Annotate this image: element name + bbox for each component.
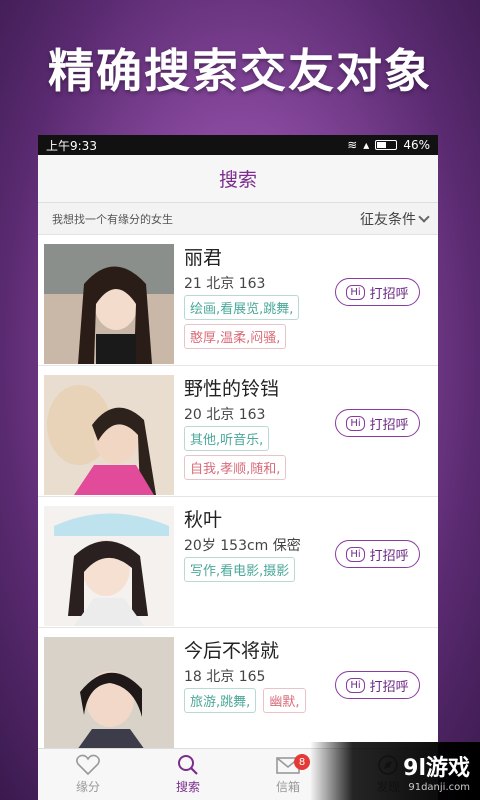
unread-badge: 8 [294,754,310,770]
profile-meta: 18 北京 165 [184,669,266,685]
profile-photo[interactable] [44,506,174,626]
greet-button-label: 打招呼 [369,679,409,695]
profile-name: 今后不将就 [184,640,280,662]
list-item[interactable]: 今后不将就 18 北京 165 旅游,跳舞, 幽默, Hi 打招呼 [38,628,438,759]
profile-name: 秋叶 [184,509,223,531]
profile-list: 丽君 21 北京 163 绘画,看展览,跳舞, 憨厚,温柔,闷骚, Hi 打招呼 [38,235,438,759]
interest-tag: 旅游,跳舞, [184,688,257,713]
greet-button[interactable]: Hi 打招呼 [335,671,420,699]
phone-screen: 上午9:33 ≋ ▴ 46% 搜索 我想找一个有缘分的女生 征友条件 丽君 21… [38,135,438,800]
profile-meta: 20 北京 163 [184,407,266,423]
list-item[interactable]: 野性的铃铛 20 北京 163 其他,听音乐, 自我,孝顺,随和, Hi 打招呼 [38,366,438,497]
filter-bar: 我想找一个有缘分的女生 征友条件 [38,203,438,235]
interest-tag: 其他,听音乐, [184,426,270,451]
profile-photo-image [44,637,174,757]
profile-photo[interactable] [44,375,174,495]
heart-icon [76,754,100,776]
status-icons: ≋ ▴ 46% [347,138,430,152]
greet-button-label: 打招呼 [369,417,409,433]
profile-photo[interactable] [44,637,174,757]
hi-icon: Hi [346,284,365,300]
personality-tag: 幽默, [263,688,306,713]
list-item[interactable]: 丽君 21 北京 163 绘画,看展览,跳舞, 憨厚,温柔,闷骚, Hi 打招呼 [38,235,438,366]
tab-fate[interactable]: 缘分 [38,749,138,800]
signal-icon: ▴ [363,138,370,152]
profile-meta: 20岁 153cm 保密 [184,538,301,554]
tab-label: 信箱 [275,780,300,794]
chevron-down-icon [418,210,430,223]
profile-tags: 写作,看电影,摄影 [184,555,334,584]
greet-button[interactable]: Hi 打招呼 [335,540,420,568]
profile-tags: 绘画,看展览,跳舞, 憨厚,温柔,闷骚, [184,293,334,351]
profile-photo[interactable] [44,244,174,364]
wifi-icon: ≋ [347,138,358,152]
interest-tag: 写作,看电影,摄影 [184,557,296,582]
battery-level: 46% [403,138,430,152]
nav-bar: 搜索 [38,155,438,203]
greet-button[interactable]: Hi 打招呼 [335,409,420,437]
page-title: 搜索 [218,169,257,191]
watermark-url: 91danji.com [408,781,470,793]
tab-label: 搜索 [175,780,200,794]
status-time: 上午9:33 [46,138,97,153]
hi-icon: Hi [346,677,365,693]
hi-icon: Hi [346,546,365,562]
profile-photo-image [44,244,174,364]
hi-icon: Hi [346,415,365,431]
site-watermark: 9l游戏 91danji.com [310,742,480,800]
filter-conditions-button[interactable]: 征友条件 [360,209,430,229]
profile-tags: 其他,听音乐, 自我,孝顺,随和, [184,424,334,482]
profile-photo-image [44,506,174,626]
greet-button[interactable]: Hi 打招呼 [335,278,420,306]
tab-search[interactable]: 搜索 [138,749,238,800]
promo-banner: 精确搜索交友对象 [0,0,480,135]
profile-name: 野性的铃铛 [184,378,280,400]
profile-tags: 旅游,跳舞, 幽默, [184,686,334,715]
banner-title: 精确搜索交友对象 [48,43,432,98]
status-bar: 上午9:33 ≋ ▴ 46% [38,135,438,155]
watermark-logo: 9l游戏 [403,755,470,781]
battery-icon [375,140,398,150]
interest-tag: 绘画,看展览,跳舞, [184,295,300,320]
profile-meta: 21 北京 163 [184,276,266,292]
search-icon [178,755,198,775]
profile-name: 丽君 [184,247,223,269]
greet-button-label: 打招呼 [369,286,409,302]
filter-button-label: 征友条件 [360,211,416,228]
filter-hint: 我想找一个有缘分的女生 [52,212,173,226]
greet-button-label: 打招呼 [369,548,409,564]
profile-photo-image [44,375,174,495]
personality-tag: 自我,孝顺,随和, [184,455,287,480]
list-item[interactable]: 秋叶 20岁 153cm 保密 写作,看电影,摄影 Hi 打招呼 [38,497,438,628]
tab-label: 缘分 [75,780,100,794]
personality-tag: 憨厚,温柔,闷骚, [184,324,287,349]
